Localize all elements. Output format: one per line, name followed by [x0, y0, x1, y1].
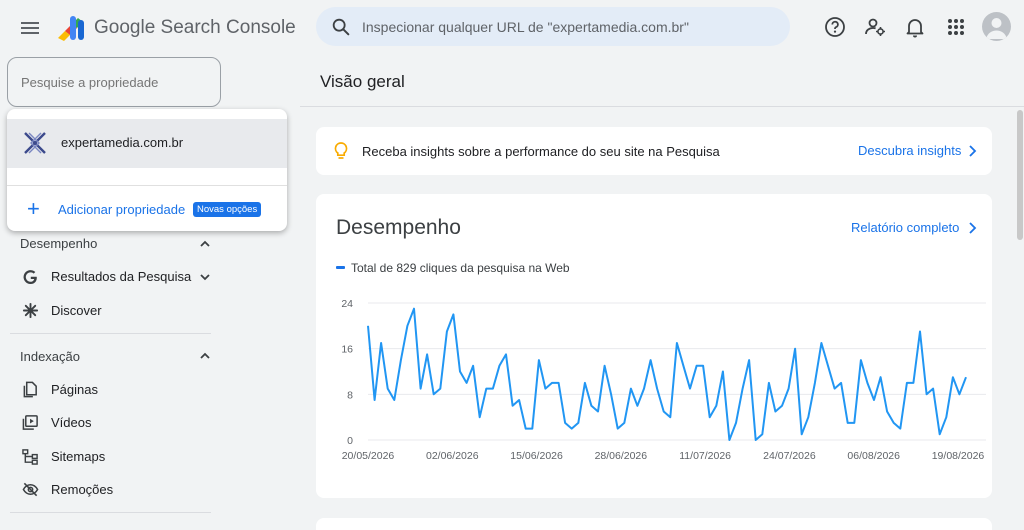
performance-title: Desempenho — [336, 216, 461, 239]
chevron-up-icon[interactable] — [198, 349, 212, 363]
clicks-line-chart: 0 8 16 24 20/05/2026 02/06/2026 15/06/2026 28/0… — [341, 298, 986, 462]
sidebar-divider — [10, 333, 211, 334]
property-item[interactable]: expertamedia.com.br — [7, 119, 287, 168]
search-icon — [332, 18, 350, 36]
chevron-right-icon[interactable] — [966, 221, 978, 235]
menu-icon[interactable] — [18, 16, 42, 40]
y-tick-label: 24 — [341, 298, 353, 310]
help-icon[interactable] — [822, 14, 848, 40]
x-tick-label: 11/07/2026 — [679, 450, 731, 462]
sidebar-item-removals[interactable]: Remoções — [0, 473, 230, 505]
sidebar-item-label: Discover — [51, 303, 102, 318]
sidebar-item-label: Vídeos — [51, 415, 92, 430]
google-g-icon — [23, 270, 37, 285]
search-console-logo — [58, 16, 84, 41]
sidebar-item-sitemaps[interactable]: Sitemaps — [0, 440, 230, 472]
x-tick-label: 19/08/2026 — [932, 450, 985, 462]
chevron-up-icon[interactable] — [198, 237, 212, 251]
notifications-icon[interactable] — [902, 14, 928, 40]
x-tick-label: 20/05/2026 — [342, 450, 395, 462]
series-line — [367, 307, 967, 441]
chevron-down-icon[interactable] — [198, 270, 212, 284]
insights-text: Receba insights sobre a performance do s… — [362, 144, 720, 159]
sidebar-item-label: Remoções — [51, 482, 114, 497]
sidebar-item-label: Páginas — [51, 382, 98, 397]
top-bar: Google Search Console — [0, 0, 1024, 56]
url-inspection-bar[interactable] — [316, 7, 790, 46]
scrollbar-thumb[interactable] — [1017, 110, 1023, 240]
sidebar-item-label: Resultados da Pesquisa — [51, 269, 192, 284]
discover-icon — [22, 302, 39, 319]
x-tick-label: 06/08/2026 — [847, 450, 900, 462]
apps-icon[interactable] — [943, 14, 969, 40]
dropdown-divider — [7, 185, 287, 186]
x-tick-label: 24/07/2026 — [763, 450, 816, 462]
brand-name: Google Search Console — [94, 17, 296, 38]
add-property-label: Adicionar propriedade — [58, 202, 186, 217]
property-name: expertamedia.com.br — [61, 135, 184, 150]
x-tick-label: 15/06/2026 — [510, 450, 563, 462]
plus-icon: + — [27, 196, 40, 221]
chevron-right-icon[interactable] — [966, 144, 978, 158]
nav-section-desempenho[interactable]: Desempenho — [20, 236, 97, 251]
video-icon — [22, 415, 38, 430]
url-inspection-input[interactable] — [362, 16, 782, 38]
sidebar-item-discover[interactable]: Discover — [0, 294, 230, 326]
performance-card: Desempenho Relatório completo Total de 8… — [316, 194, 992, 498]
y-tick-label: 0 — [347, 435, 353, 447]
sidebar-item-search-results[interactable]: Resultados da Pesquisa — [0, 260, 230, 292]
y-tick-label: 8 — [347, 389, 353, 401]
legend-label: Total de 829 cliques da pesquisa na Web — [351, 261, 570, 275]
y-tick-label: 16 — [341, 344, 353, 356]
sidebar-item-pages[interactable]: Páginas — [0, 373, 230, 405]
legend-swatch — [336, 266, 345, 269]
sitemap-icon — [22, 449, 38, 465]
nav-section-indexacao[interactable]: Indexação — [20, 349, 80, 364]
new-options-badge: Novas opções — [193, 202, 262, 217]
property-search-input[interactable] — [7, 57, 221, 107]
pages-icon — [23, 381, 37, 398]
sidebar-divider — [10, 512, 211, 513]
manage-accounts-icon[interactable] — [862, 14, 888, 40]
x-tick-label: 28/06/2026 — [595, 450, 648, 462]
x-tick-label: 02/06/2026 — [426, 450, 479, 462]
removals-icon — [22, 482, 39, 497]
property-x-logo-icon — [24, 132, 46, 154]
full-report-link[interactable]: Relatório completo — [851, 220, 959, 235]
account-avatar[interactable] — [982, 12, 1011, 41]
lightbulb-icon — [334, 142, 348, 159]
page-title: Visão geral — [320, 72, 405, 91]
sidebar-item-label: Sitemaps — [51, 449, 106, 464]
insights-card: Receba insights sobre a performance do s… — [316, 127, 992, 175]
property-dropdown: expertamedia.com.br + Adicionar propried… — [7, 109, 287, 231]
header-divider — [300, 106, 1024, 107]
avatar-person-icon — [986, 18, 1007, 39]
discover-insights-link[interactable]: Descubra insights — [858, 143, 961, 158]
next-card — [316, 518, 992, 530]
sidebar-item-videos[interactable]: Vídeos — [0, 406, 230, 438]
